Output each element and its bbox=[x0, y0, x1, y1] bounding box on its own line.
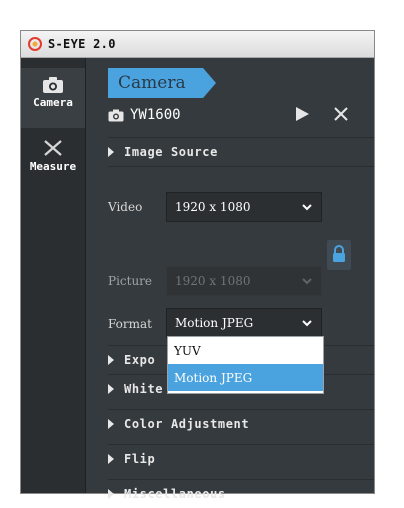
picture-label: Picture bbox=[108, 274, 153, 288]
panel-header-tab: Camera bbox=[108, 68, 216, 98]
measure-icon bbox=[44, 140, 62, 156]
play-button[interactable] bbox=[294, 106, 310, 122]
triangle-right-icon bbox=[108, 489, 114, 499]
camera-icon bbox=[108, 109, 124, 121]
format-label: Format bbox=[108, 317, 152, 331]
picture-select: 1920 x 1080 bbox=[166, 266, 322, 296]
aspect-lock-button[interactable] bbox=[327, 240, 351, 270]
device-name: YW1600 bbox=[130, 107, 181, 123]
title-bar: S-EYE 2.0 bbox=[21, 31, 374, 58]
picture-value: 1920 x 1080 bbox=[175, 274, 251, 288]
app-window: S-EYE 2.0 Camera Measure Camera YW1600 I… bbox=[20, 30, 375, 501]
format-dropdown-list: YUV Motion JPEG bbox=[167, 336, 324, 394]
divider bbox=[108, 166, 374, 167]
section-image-source[interactable]: Image Source bbox=[108, 138, 374, 166]
triangle-right-icon bbox=[108, 147, 114, 157]
window-title: S-EYE 2.0 bbox=[48, 37, 116, 51]
camera-panel: Camera YW1600 Image Source Video 1920 x … bbox=[86, 58, 374, 501]
left-rail: Camera Measure bbox=[21, 58, 86, 493]
format-value: Motion JPEG bbox=[175, 316, 254, 330]
video-value: 1920 x 1080 bbox=[175, 200, 251, 214]
rail-label-camera: Camera bbox=[33, 96, 73, 109]
format-option-motion-jpeg[interactable]: Motion JPEG bbox=[168, 364, 323, 391]
camera-icon bbox=[43, 77, 63, 93]
section-label: Color Adjustment bbox=[124, 417, 250, 431]
section-label: Expo bbox=[124, 353, 156, 367]
chevron-down-icon bbox=[302, 204, 312, 211]
rail-item-measure[interactable]: Measure bbox=[21, 130, 85, 190]
section-label: Miscellaneous bbox=[124, 487, 226, 501]
rail-label-measure: Measure bbox=[29, 160, 77, 173]
section-label: Flip bbox=[124, 452, 156, 466]
chevron-down-icon bbox=[302, 278, 312, 285]
format-option-yuv[interactable]: YUV bbox=[168, 337, 323, 364]
video-label: Video bbox=[108, 200, 143, 214]
triangle-right-icon bbox=[108, 384, 114, 394]
triangle-right-icon bbox=[108, 355, 114, 365]
close-button[interactable] bbox=[333, 106, 349, 122]
device-row: YW1600 bbox=[108, 104, 368, 126]
section-label: Image Source bbox=[124, 145, 218, 159]
app-logo-icon bbox=[28, 37, 42, 51]
section-color-adjustment[interactable]: Color Adjustment bbox=[108, 410, 374, 438]
format-select[interactable]: Motion JPEG bbox=[166, 308, 322, 338]
section-miscellaneous[interactable]: Miscellaneous bbox=[108, 480, 374, 508]
triangle-right-icon bbox=[108, 419, 114, 429]
chevron-down-icon bbox=[302, 320, 312, 327]
lock-icon bbox=[333, 245, 345, 262]
section-flip[interactable]: Flip bbox=[108, 445, 374, 473]
triangle-right-icon bbox=[108, 454, 114, 464]
rail-item-camera[interactable]: Camera bbox=[21, 68, 85, 128]
video-select[interactable]: 1920 x 1080 bbox=[166, 192, 322, 222]
